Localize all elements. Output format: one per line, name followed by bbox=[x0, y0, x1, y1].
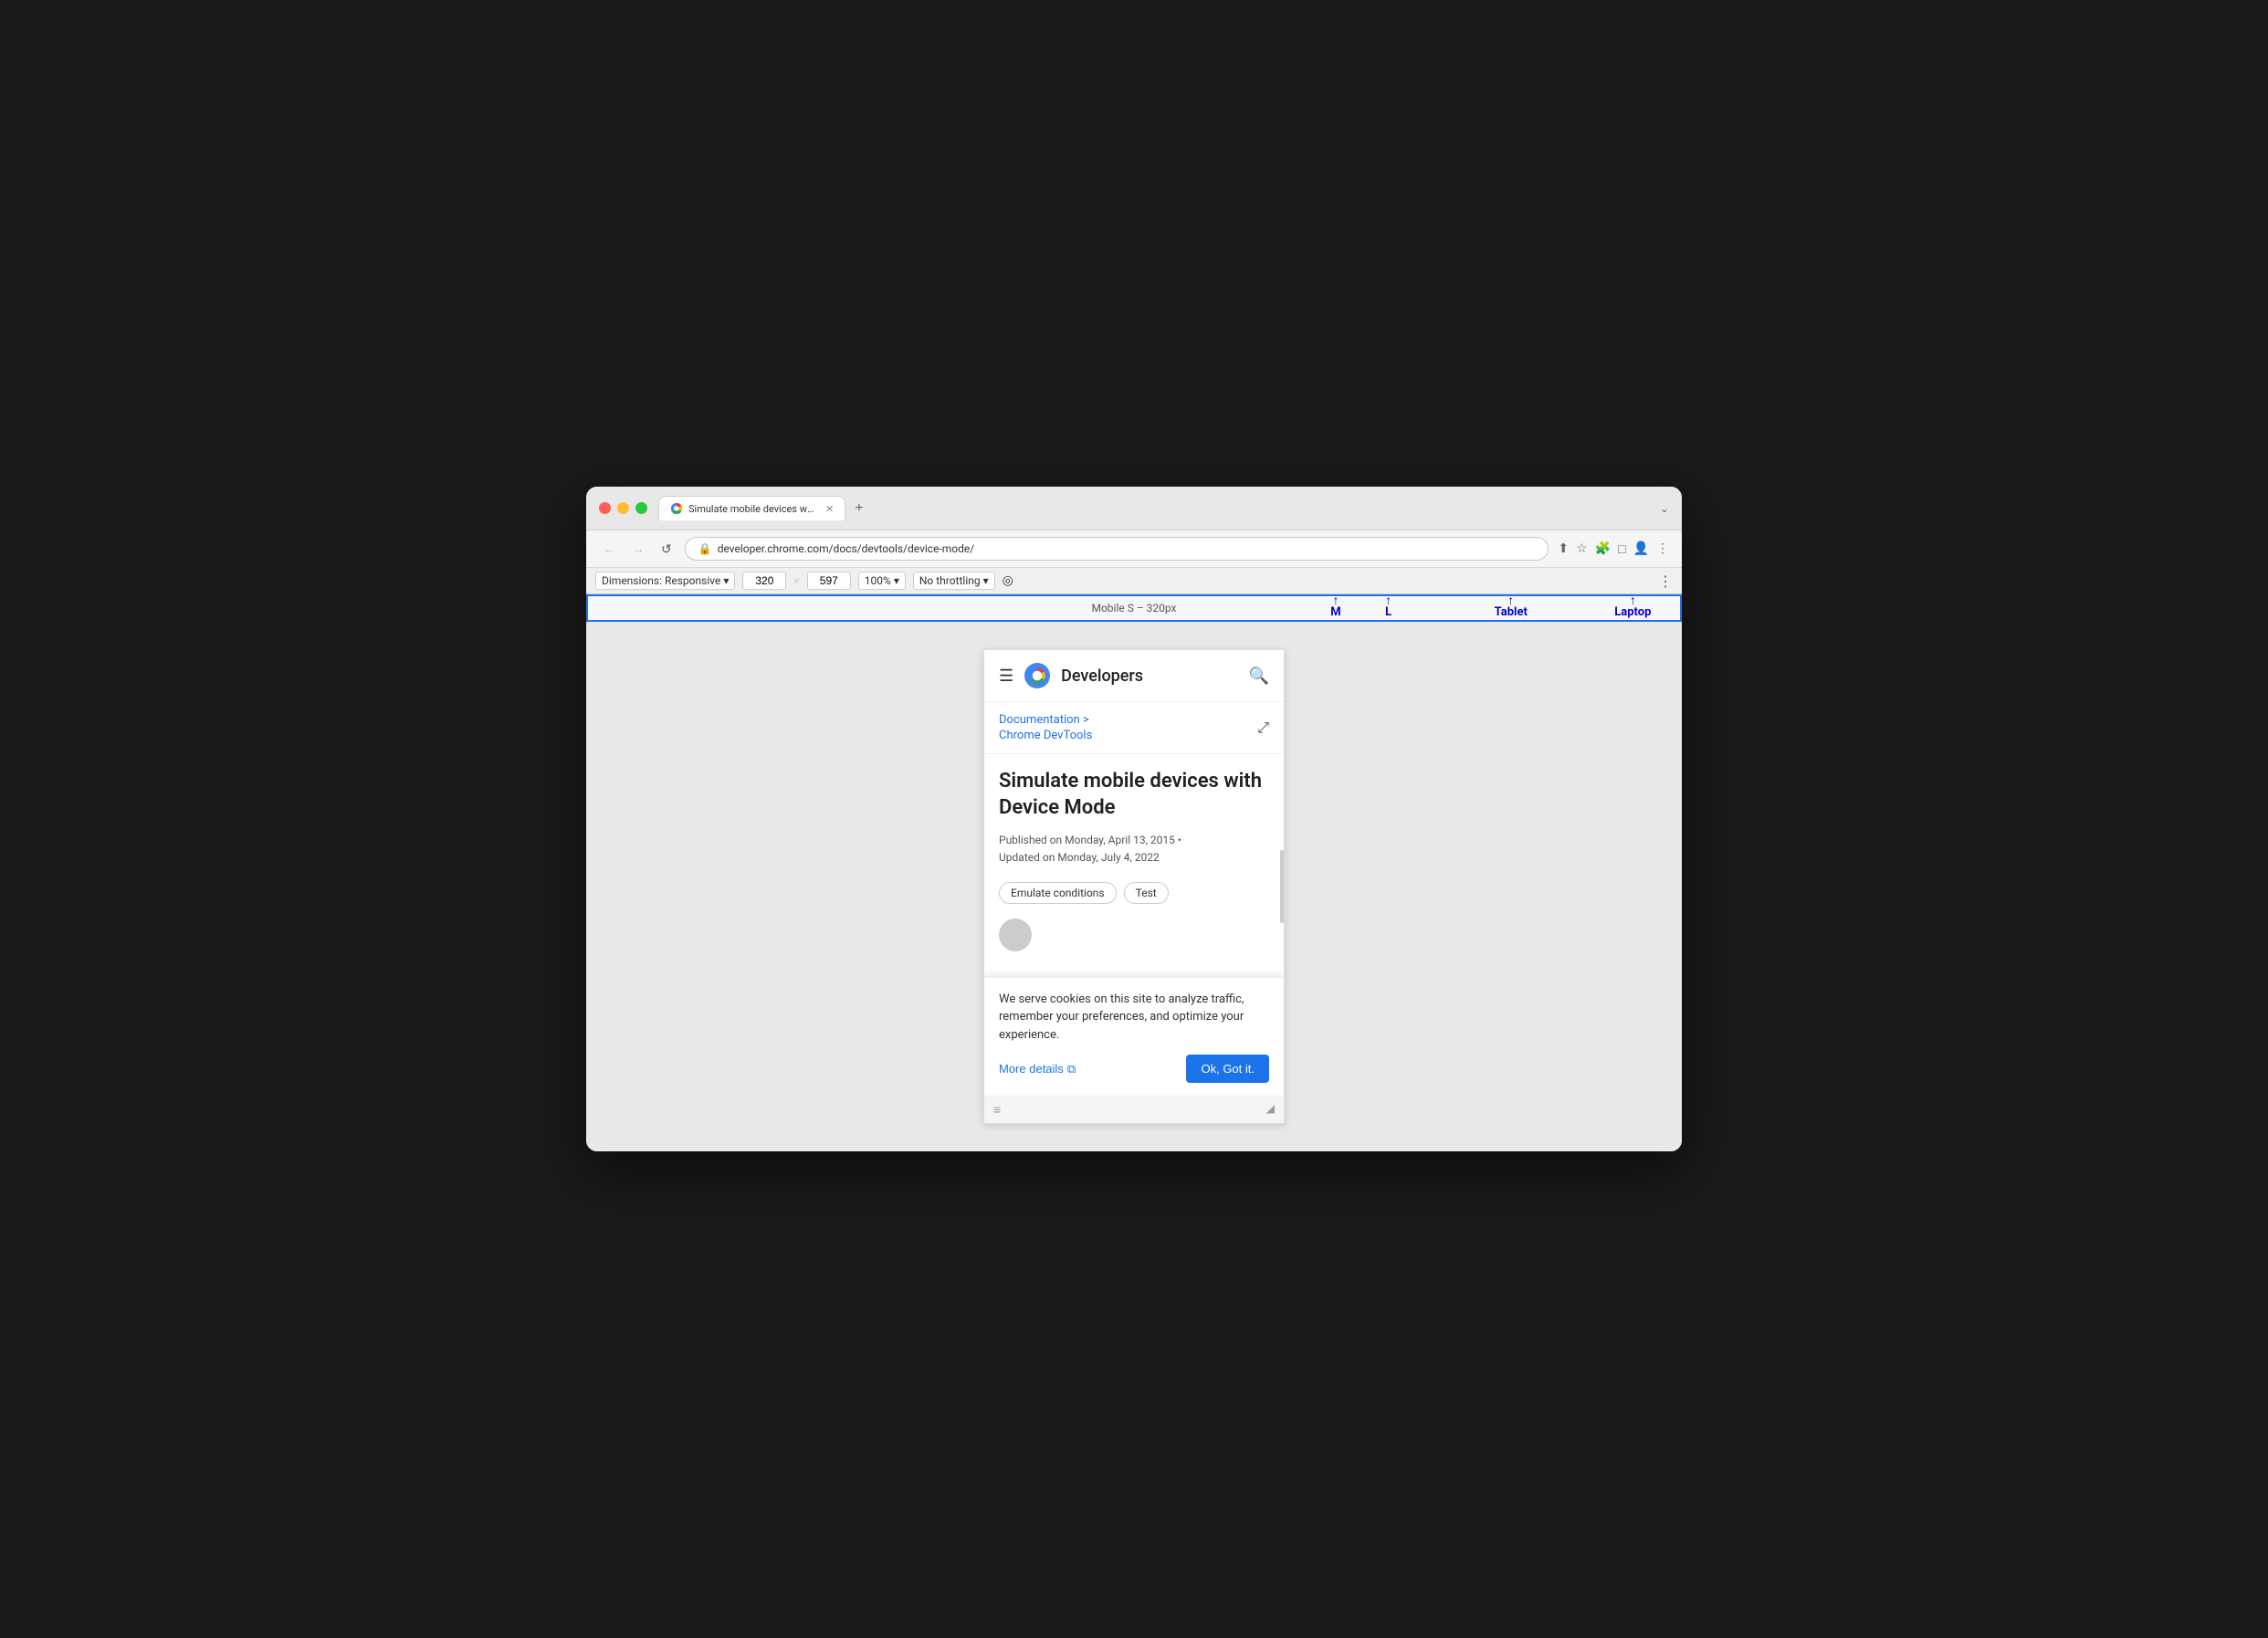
tag-emulate[interactable]: Emulate conditions bbox=[999, 882, 1117, 904]
breakpoint-tablet-arrow: ↑ bbox=[1507, 594, 1514, 607]
forward-button[interactable]: → bbox=[628, 540, 648, 558]
minimize-button[interactable] bbox=[617, 502, 629, 514]
breakpoint-laptop[interactable]: ↑ Laptop bbox=[1614, 594, 1651, 619]
breakpoint-laptop-arrow: ↑ bbox=[1630, 594, 1636, 607]
breakpoint-laptop-label: Laptop bbox=[1614, 605, 1651, 619]
chrome-logo bbox=[1024, 663, 1050, 688]
address-icons: ⬆ ☆ 🧩 □ 👤 ⋮ bbox=[1558, 541, 1669, 557]
cookie-actions: More details ⧉ Ok, Got it. bbox=[999, 1055, 1269, 1083]
bookmark-icon[interactable]: ☆ bbox=[1576, 541, 1588, 556]
cookie-text: We serve cookies on this site to analyze… bbox=[999, 991, 1269, 1045]
breakpoint-m[interactable]: ↑ M bbox=[1330, 594, 1340, 619]
cast-icon[interactable]: □ bbox=[1618, 541, 1625, 557]
zoom-label: 100% bbox=[865, 574, 891, 587]
breakpoint-tablet[interactable]: ↑ Tablet bbox=[1495, 594, 1528, 619]
search-button[interactable]: 🔍 bbox=[1249, 667, 1269, 686]
tab-label: Simulate mobile devices with D bbox=[688, 503, 816, 515]
address-bar: ← → ↺ 🔒 developer.chrome.com/docs/devtoo… bbox=[586, 530, 1682, 568]
cross-separator: × bbox=[793, 574, 799, 587]
lock-icon: 🔒 bbox=[698, 542, 712, 555]
title-bar: Simulate mobile devices with D ✕ + ⌄ bbox=[586, 487, 1682, 530]
updated-date: Updated on Monday, July 4, 2022 bbox=[999, 849, 1269, 866]
breadcrumb-devtools[interactable]: Chrome DevTools bbox=[999, 729, 1092, 742]
main-content: ☰ Developers 🔍 Documentation > bbox=[586, 622, 1682, 1151]
bottom-handle: ≡ ◢ bbox=[984, 1096, 1284, 1123]
dimensions-dropdown[interactable]: Dimensions: Responsive ▾ bbox=[595, 572, 735, 590]
profile-icon[interactable]: 👤 bbox=[1633, 541, 1649, 556]
article-content: Simulate mobile devices with Device Mode… bbox=[984, 754, 1284, 977]
reload-button[interactable]: ↺ bbox=[657, 540, 676, 559]
share-page-icon[interactable]: ⬆ bbox=[1558, 541, 1569, 556]
tab-close-button[interactable]: ✕ bbox=[825, 503, 834, 515]
tab-more-button[interactable]: ⌄ bbox=[1660, 502, 1669, 515]
zoom-arrow: ▾ bbox=[894, 574, 899, 587]
devtools-more-button[interactable]: ⋮ bbox=[1658, 572, 1673, 590]
resize-icon[interactable]: ◢ bbox=[1266, 1102, 1275, 1118]
breakpoint-tablet-label: Tablet bbox=[1495, 605, 1528, 619]
more-details-button[interactable]: More details ⧉ bbox=[999, 1062, 1076, 1076]
responsive-bar: Mobile S – 320px ↑ M ↑ L ↑ Tablet ↑ Lapt… bbox=[586, 594, 1682, 622]
active-tab[interactable]: Simulate mobile devices with D ✕ bbox=[658, 496, 845, 520]
breadcrumb-docs[interactable]: Documentation > bbox=[999, 713, 1092, 727]
height-input[interactable] bbox=[807, 572, 851, 590]
external-link-icon: ⧉ bbox=[1067, 1062, 1076, 1076]
article-title: Simulate mobile devices with Device Mode bbox=[999, 769, 1269, 821]
tags-area: Emulate conditions Test bbox=[999, 882, 1269, 904]
traffic-lights bbox=[599, 502, 647, 514]
zoom-dropdown[interactable]: 100% ▾ bbox=[858, 572, 906, 590]
sensors-icon[interactable]: ◎ bbox=[1003, 573, 1013, 588]
extension-icon[interactable]: 🧩 bbox=[1595, 541, 1611, 556]
back-button[interactable]: ← bbox=[599, 540, 619, 558]
tabs-area: Simulate mobile devices with D ✕ + ⌄ bbox=[658, 496, 1669, 520]
throttle-dropdown[interactable]: No throttling ▾ bbox=[913, 572, 995, 590]
breadcrumb-area: Documentation > Chrome DevTools ⤢ bbox=[984, 702, 1284, 754]
ok-button[interactable]: Ok, Got it. bbox=[1186, 1055, 1269, 1083]
tag-test[interactable]: Test bbox=[1124, 882, 1169, 904]
site-header: ☰ Developers 🔍 bbox=[984, 650, 1284, 702]
breakpoint-l-label: L bbox=[1385, 605, 1391, 619]
site-title: Developers bbox=[1061, 667, 1237, 686]
new-tab-button[interactable]: + bbox=[849, 499, 868, 519]
article-meta: Published on Monday, April 13, 2015 • Up… bbox=[999, 832, 1269, 866]
breakpoint-l-arrow: ↑ bbox=[1385, 594, 1391, 607]
published-date: Published on Monday, April 13, 2015 • bbox=[999, 832, 1269, 849]
scroll-track[interactable] bbox=[1280, 850, 1284, 923]
tab-favicon bbox=[670, 502, 683, 515]
author-avatar bbox=[999, 919, 1032, 951]
mobile-viewport: ☰ Developers 🔍 Documentation > bbox=[983, 649, 1285, 1124]
devtools-toolbar: Dimensions: Responsive ▾ × 100% ▾ No thr… bbox=[586, 568, 1682, 594]
responsive-label: Mobile S – 320px bbox=[1091, 602, 1176, 614]
cookie-banner: We serve cookies on this site to analyze… bbox=[984, 977, 1284, 1097]
close-button[interactable] bbox=[599, 502, 611, 514]
breadcrumb: Documentation > Chrome DevTools bbox=[999, 713, 1092, 742]
url-text: developer.chrome.com/docs/devtools/devic… bbox=[718, 542, 1536, 555]
url-bar[interactable]: 🔒 developer.chrome.com/docs/devtools/dev… bbox=[685, 537, 1549, 561]
more-details-label: More details bbox=[999, 1062, 1064, 1076]
breakpoint-m-arrow: ↑ bbox=[1332, 594, 1339, 607]
throttle-arrow: ▾ bbox=[983, 574, 989, 587]
drag-handle-icon[interactable]: ≡ bbox=[993, 1102, 1001, 1118]
breakpoint-l[interactable]: ↑ L bbox=[1385, 594, 1391, 619]
menu-icon[interactable]: ⋮ bbox=[1656, 541, 1669, 556]
dimensions-arrow: ▾ bbox=[723, 574, 729, 587]
browser-window: Simulate mobile devices with D ✕ + ⌄ ← →… bbox=[586, 487, 1682, 1151]
width-input[interactable] bbox=[742, 572, 786, 590]
share-icon[interactable]: ⤢ bbox=[1257, 719, 1269, 737]
hamburger-menu-button[interactable]: ☰ bbox=[999, 667, 1013, 686]
dimensions-label: Dimensions: Responsive bbox=[602, 574, 720, 587]
throttle-label: No throttling bbox=[919, 574, 981, 587]
breakpoint-m-label: M bbox=[1330, 605, 1340, 619]
maximize-button[interactable] bbox=[635, 502, 647, 514]
